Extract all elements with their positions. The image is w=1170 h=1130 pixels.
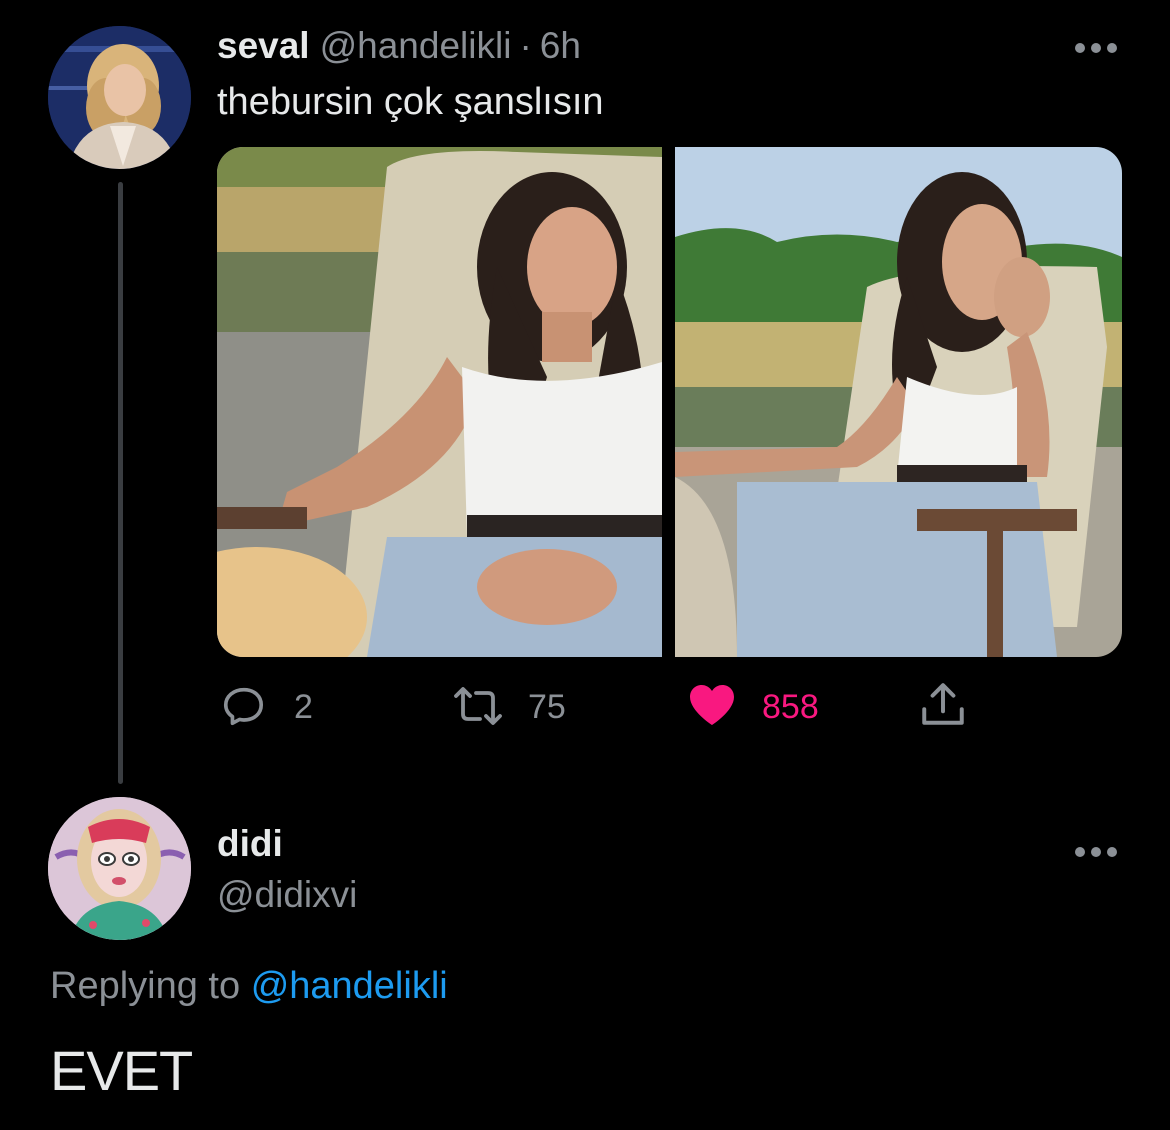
reply-icon[interactable] (220, 683, 266, 729)
reply-handle[interactable]: @didixvi (217, 876, 357, 913)
retweet-icon[interactable] (452, 684, 504, 728)
like-count: 858 (762, 688, 819, 726)
more-horizontal-icon[interactable] (1074, 32, 1118, 62)
share-icon[interactable] (918, 680, 968, 730)
media-grid[interactable] (217, 147, 1122, 657)
reply-count: 2 (294, 688, 313, 726)
replying-prefix: Replying to (50, 965, 241, 1007)
replying-mention-link[interactable]: @handelikli (251, 965, 448, 1007)
handle[interactable]: @handelikli (320, 27, 512, 64)
reply-tweet-text: EVET (50, 1039, 193, 1102)
avatar-didi[interactable] (48, 797, 191, 940)
tweet-text: thebursin çok şanslısın (217, 81, 604, 123)
display-name[interactable]: seval (217, 27, 310, 64)
heart-filled-icon[interactable] (688, 683, 736, 727)
thread-line (118, 182, 123, 784)
more-horizontal-icon[interactable] (1074, 836, 1118, 866)
avatar-seval[interactable] (48, 26, 191, 169)
parent-tweet-header: seval @handelikli · 6h (217, 27, 581, 64)
replying-to: Replying to @handelikli (50, 967, 448, 1005)
photo-woman-smiling-in-chair-by-lake[interactable] (217, 147, 662, 657)
photo-woman-in-chair-hand-on-chin-by-lake[interactable] (675, 147, 1122, 657)
reply-display-name[interactable]: didi (217, 825, 283, 862)
timestamp[interactable]: 6h (540, 27, 581, 64)
separator: · (519, 25, 532, 66)
retweet-count: 75 (528, 688, 566, 726)
